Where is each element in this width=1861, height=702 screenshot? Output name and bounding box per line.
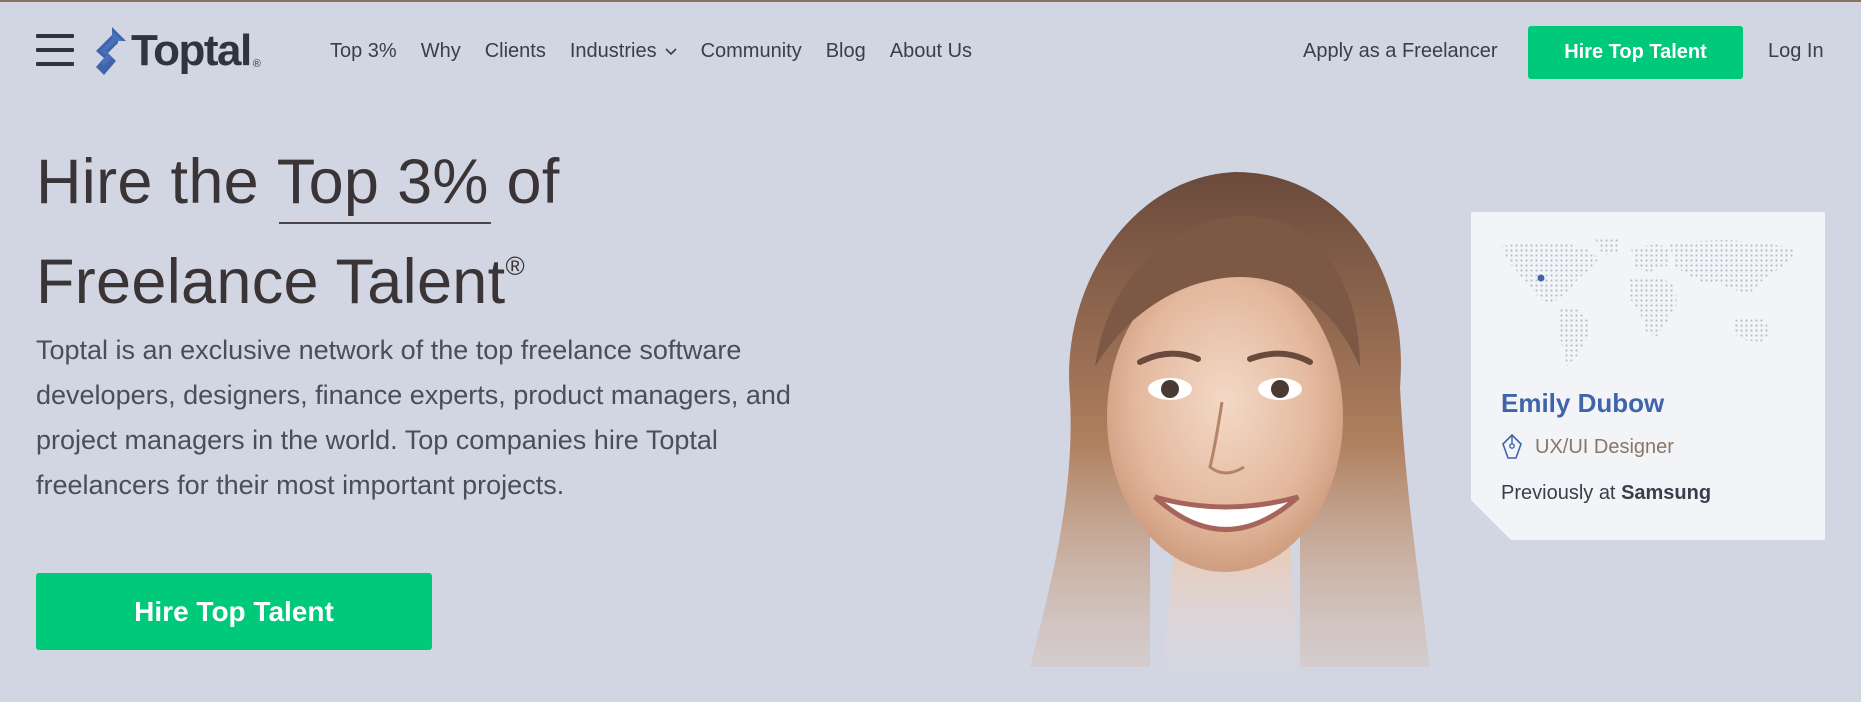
hero-title-highlight: Top 3% — [277, 140, 491, 224]
freelancer-role: UX/UI Designer — [1501, 434, 1674, 460]
nav-item-about-us[interactable]: About Us — [890, 40, 972, 63]
header-hire-button[interactable]: Hire Top Talent — [1528, 26, 1743, 79]
chevron-down-icon — [665, 47, 677, 55]
hero-hire-button[interactable]: Hire Top Talent — [36, 573, 432, 650]
site-header: Toptal ® Top 3% Why Clients Industries C… — [0, 2, 1861, 102]
freelancer-previous-employer: Previously at Samsung — [1501, 482, 1711, 505]
apply-freelancer-link[interactable]: Apply as a Freelancer — [1303, 40, 1498, 63]
hero-title: Hire the Top 3% of Freelance Talent® — [36, 140, 560, 324]
nav-item-clients[interactable]: Clients — [485, 40, 546, 63]
hero-title-part1: Hire the — [36, 147, 277, 217]
nav-item-industries[interactable]: Industries — [570, 40, 677, 63]
hero-title-registered: ® — [505, 251, 525, 281]
logo-registered-mark: ® — [252, 58, 261, 70]
toptal-logo[interactable]: Toptal ® — [96, 26, 261, 76]
nav-item-community[interactable]: Community — [701, 40, 802, 63]
freelancer-portrait — [1030, 172, 1430, 687]
world-map-dots — [1501, 238, 1795, 366]
hero-title-line2: Freelance Talent — [36, 247, 506, 317]
freelancer-name[interactable]: Emily Dubow — [1501, 388, 1664, 419]
nav-item-industries-label: Industries — [569, 40, 657, 62]
freelancer-role-label: UX/UI Designer — [1535, 435, 1674, 458]
previous-prefix: Previously at — [1501, 482, 1622, 504]
pen-nib-icon — [1502, 434, 1522, 459]
main-nav: Top 3% Why Clients Industries Community … — [330, 40, 996, 63]
nav-item-top-3[interactable]: Top 3% — [330, 40, 397, 63]
hero-description: Toptal is an exclusive network of the to… — [36, 335, 791, 500]
login-link[interactable]: Log In — [1768, 40, 1824, 63]
hamburger-icon[interactable] — [36, 34, 74, 68]
logo-wordmark: Toptal — [131, 26, 252, 75]
nav-item-why[interactable]: Why — [421, 40, 461, 63]
previous-company: Samsung — [1621, 482, 1712, 504]
nav-item-blog[interactable]: Blog — [826, 40, 866, 63]
freelancer-profile-card[interactable]: Emily Dubow UX/UI Designer Previously at… — [1471, 212, 1825, 540]
hero-title-part2: of — [488, 147, 560, 217]
toptal-logo-icon — [96, 27, 126, 75]
